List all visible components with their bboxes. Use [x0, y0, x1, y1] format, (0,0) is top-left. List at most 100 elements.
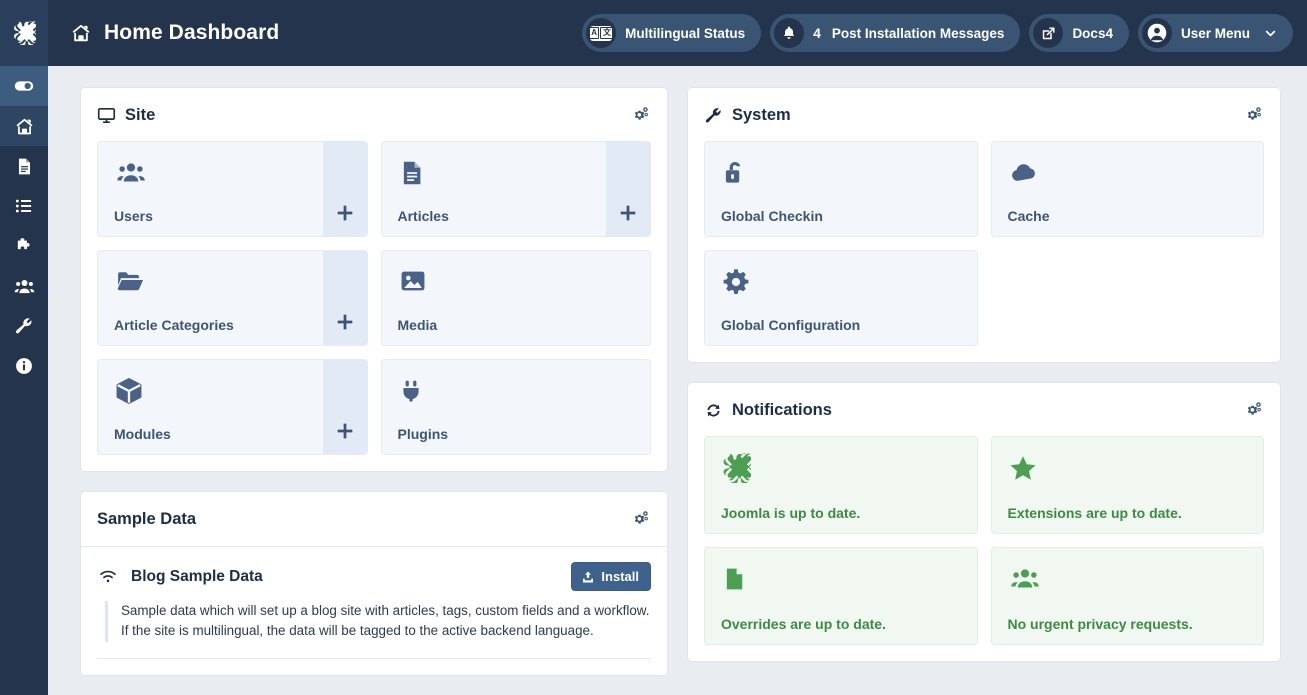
add-articles-button[interactable]: [606, 142, 650, 236]
quick-card-articles[interactable]: Articles: [381, 141, 652, 237]
notification-card-label: Joomla is up to date.: [721, 505, 963, 521]
sample-data-description-line2: If the site is multilingual, the data wi…: [121, 621, 651, 641]
language-icon: A文: [586, 18, 616, 48]
users-icon: [14, 276, 35, 297]
cogs-icon[interactable]: [1242, 400, 1263, 421]
page-title: Home Dashboard: [104, 21, 279, 45]
notification-badge: 4: [813, 25, 821, 41]
user-menu-button[interactable]: User Menu: [1138, 14, 1293, 52]
plug-icon: [398, 376, 637, 406]
cogs-icon[interactable]: [629, 105, 650, 126]
add-article-category-button[interactable]: [323, 251, 367, 345]
sample-data-row: Blog Sample Data Install: [97, 562, 651, 591]
sidebar-item-home[interactable]: [0, 106, 48, 146]
home-icon: [70, 22, 92, 44]
notifications-panel-title-group: Notifications: [704, 401, 832, 420]
joomla-logo-icon: [721, 453, 963, 483]
site-card-grid: Users: [81, 141, 667, 471]
plus-icon: [334, 420, 356, 442]
sidebar-item-users[interactable]: [0, 266, 48, 306]
image-icon: [398, 267, 637, 295]
quick-card-body: Cache: [992, 142, 1264, 236]
notification-card-label: Extensions are up to date.: [1008, 505, 1250, 521]
quick-card-label: Media: [398, 317, 637, 333]
docs-button[interactable]: Docs4: [1029, 14, 1129, 52]
quick-card-body: Global Checkin: [705, 142, 977, 236]
quick-card-body: Global Configuration: [705, 251, 977, 345]
header-left: Home Dashboard: [70, 21, 279, 45]
wrench-icon: [704, 106, 723, 125]
document-icon: [721, 564, 963, 594]
quick-card-cache[interactable]: Cache: [991, 141, 1265, 237]
notifications-panel: Notifications: [687, 382, 1281, 662]
folder-open-icon: [114, 267, 309, 295]
system-panel-title: System: [732, 106, 791, 125]
notifications-card-grid: Joomla is up to date. Extensions are up …: [688, 436, 1280, 661]
notifications-panel-title: Notifications: [732, 401, 832, 420]
monitor-icon: [97, 106, 116, 125]
cogs-icon[interactable]: [629, 509, 650, 530]
quick-card-label: Global Configuration: [721, 317, 963, 333]
system-panel: System: [687, 87, 1281, 363]
post-installation-messages-button[interactable]: 4 Post Installation Messages: [770, 14, 1020, 52]
sample-data-description: Sample data which will set up a blog sit…: [105, 601, 651, 642]
sidebar-item-content[interactable]: [0, 146, 48, 186]
sidebar: [0, 0, 48, 695]
quick-card-label: Plugins: [398, 426, 637, 442]
joomla-logo-icon: [12, 21, 36, 45]
plus-icon: [617, 202, 639, 224]
docs-label: Docs4: [1072, 26, 1113, 41]
site-panel-title: Site: [125, 106, 155, 125]
cogs-icon[interactable]: [1242, 105, 1263, 126]
document-icon: [15, 157, 34, 176]
sidebar-item-components[interactable]: [0, 226, 48, 266]
top-header: Home Dashboard A文 Multilingual Status 4 …: [48, 0, 1307, 66]
notification-card-overrides-update[interactable]: Overrides are up to date.: [704, 547, 978, 645]
sidebar-item-system[interactable]: [0, 306, 48, 346]
sync-icon: [704, 401, 723, 420]
notification-card-privacy-requests[interactable]: No urgent privacy requests.: [991, 547, 1265, 645]
add-module-button[interactable]: [323, 360, 367, 454]
sidebar-logo[interactable]: [0, 0, 48, 66]
quick-card-plugins[interactable]: Plugins: [381, 359, 652, 455]
sample-data-description-line1: Sample data which will set up a blog sit…: [121, 601, 651, 621]
info-icon: [14, 356, 34, 376]
sidebar-item-toggle-menu[interactable]: [0, 66, 48, 106]
install-button[interactable]: Install: [571, 562, 651, 591]
sidebar-item-menus[interactable]: [0, 186, 48, 226]
plus-icon: [334, 202, 356, 224]
sample-data-divider: [97, 658, 651, 659]
dashboard-content: Site: [48, 66, 1307, 695]
quick-card-label: Modules: [114, 426, 309, 442]
sample-data-item-name: Blog Sample Data: [131, 568, 263, 586]
gear-icon: [721, 267, 963, 297]
quick-card-label: Global Checkin: [721, 208, 963, 224]
notification-card-extensions-update[interactable]: Extensions are up to date.: [991, 436, 1265, 534]
quick-card-body: Articles: [382, 142, 607, 236]
notification-card-joomla-update[interactable]: Joomla is up to date.: [704, 436, 978, 534]
quick-card-body: Article Categories: [98, 251, 323, 345]
add-users-button[interactable]: [323, 142, 367, 236]
joomla-admin-dashboard: Home Dashboard A文 Multilingual Status 4 …: [0, 0, 1307, 695]
sample-data-panel: Sample Data: [80, 491, 668, 676]
quick-card-body: Plugins: [382, 360, 651, 454]
sample-data-name-group: Blog Sample Data: [97, 567, 263, 586]
quick-card-global-checkin[interactable]: Global Checkin: [704, 141, 978, 237]
left-column: Site: [80, 87, 668, 695]
sidebar-item-help[interactable]: [0, 346, 48, 386]
right-column: System: [687, 87, 1281, 695]
system-panel-header: System: [688, 88, 1280, 141]
unlock-icon: [721, 158, 963, 188]
quick-card-global-configuration[interactable]: Global Configuration: [704, 250, 978, 346]
quick-card-article-categories[interactable]: Article Categories: [97, 250, 368, 346]
site-panel-header: Site: [81, 88, 667, 141]
quick-card-users[interactable]: Users: [97, 141, 368, 237]
bell-icon: [774, 18, 804, 48]
home-icon: [14, 116, 35, 137]
multilingual-status-button[interactable]: A文 Multilingual Status: [582, 14, 761, 52]
wrench-icon: [14, 316, 34, 336]
site-panel-title-group: Site: [97, 106, 155, 125]
site-panel: Site: [80, 87, 668, 472]
quick-card-media[interactable]: Media: [381, 250, 652, 346]
quick-card-modules[interactable]: Modules: [97, 359, 368, 455]
